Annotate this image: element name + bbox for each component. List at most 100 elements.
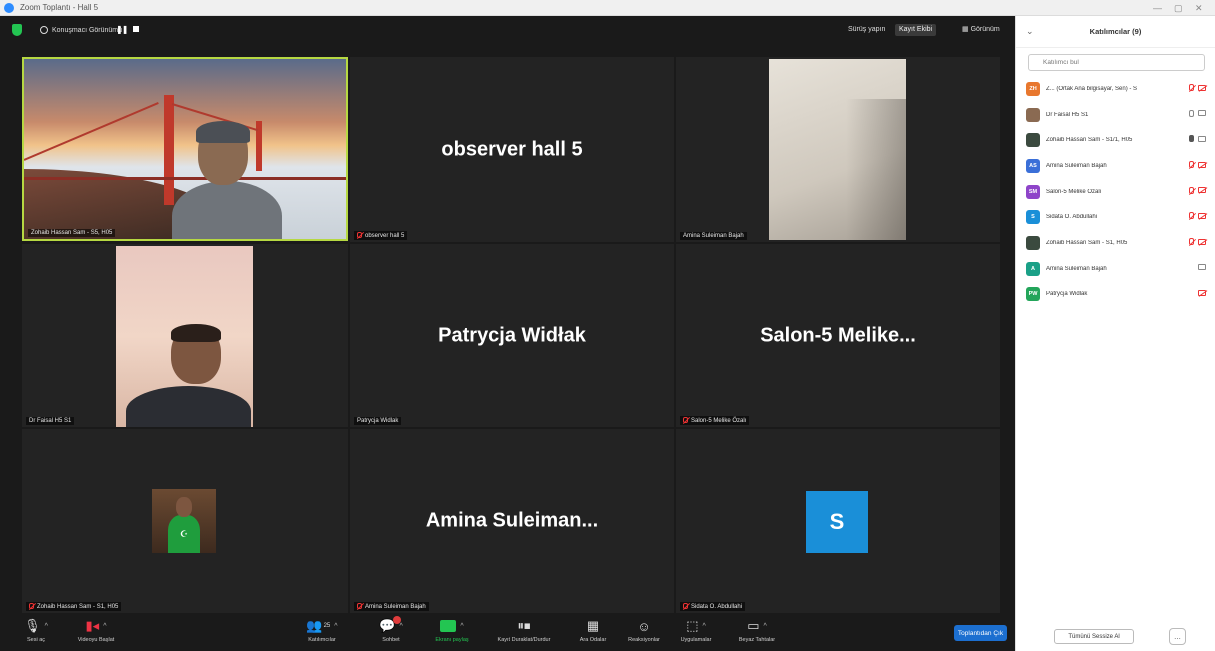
mic-icon: 🎙 xyxy=(24,618,41,633)
participant-row[interactable]: PW Patrycja Widlak xyxy=(1026,282,1210,308)
mic-icon[interactable] xyxy=(1189,109,1194,117)
mic-muted-icon[interactable] xyxy=(1189,161,1194,169)
meeting-area: Konuşmacı Görünümü ❚❚ Sürüş yapın Kayıt … xyxy=(0,16,1014,651)
meeting-toolbar: 🎙 ^ Sesi aç ▮◂ ^ Videoyu Başlat 👥 25 ^ Katıl… xyxy=(0,614,1014,651)
close-icon[interactable]: ✕ xyxy=(1195,2,1203,14)
participant-row[interactable]: AS Amina Suleiman Bajah xyxy=(1026,153,1210,179)
chevron-up-icon[interactable]: ^ xyxy=(334,623,337,630)
tile-display-name: Amina Suleiman... xyxy=(425,509,599,532)
zoom-label: Sürüş yapın xyxy=(848,26,886,33)
camera-off-icon xyxy=(1198,161,1206,168)
unmute-button[interactable]: 🎙 ^ Sesi aç xyxy=(6,616,66,643)
participant-row[interactable]: Dr Faisal H5 S1 xyxy=(1026,102,1210,128)
video-tile-6[interactable]: Salon-5 Melike... Salon-5 Melike Özalı xyxy=(676,244,1000,427)
apps-button[interactable]: ⬚ ^ Uygulamalar xyxy=(666,616,726,643)
participants-button[interactable]: 👥 25 ^ Katılımcılar xyxy=(292,616,352,643)
tile-display-name: Salon-5 Melike... xyxy=(760,324,916,346)
mic-muted-icon[interactable] xyxy=(1189,84,1194,91)
participants-icon: 👥 xyxy=(306,618,323,633)
maximize-icon[interactable]: ▢ xyxy=(1174,2,1183,14)
chevron-up-icon[interactable]: ^ xyxy=(460,623,463,630)
record-dot-icon xyxy=(40,26,48,34)
participant-row[interactable]: A Amina Suleiman Bajah xyxy=(1026,256,1210,282)
mic-muted-icon xyxy=(29,603,34,609)
participant-video xyxy=(769,59,906,240)
chat-button[interactable]: 💬 ^ Sohbet xyxy=(361,616,421,643)
participants-panel: ⌄ Katılımcılar (9) ZH Z... (Ortak Ana bi… xyxy=(1015,16,1215,651)
view-toggle[interactable]: Konuşmacı Görünümü xyxy=(40,23,122,37)
video-tile-8[interactable]: Amina Suleiman... Amina Suleiman Bajah xyxy=(350,429,674,613)
layout-label: Görünüm xyxy=(970,26,1000,33)
video-tile-5[interactable]: Patrycja Widłak Patrycja Widlak xyxy=(350,244,674,427)
tile-name-label: Salon-5 Melike Özalı xyxy=(680,416,750,425)
participant-name: Zohaib Hassan Sam - S1, H05 xyxy=(1046,239,1128,246)
video-tile-4[interactable]: Dr Faisal H5 S1 xyxy=(22,244,348,427)
tile-name-label: Sidata O. Abdullahi xyxy=(680,602,746,611)
mic-muted-icon xyxy=(683,603,688,609)
camera-off-icon xyxy=(1198,289,1206,296)
participant-row[interactable]: Zohaib Hassan Sam - S1, H05 xyxy=(1026,230,1210,256)
reactions-button[interactable]: ☺ Reaksiyonlar xyxy=(614,616,674,644)
video-tile-1[interactable]: Zohaib Hassan Sam - S5, H05 xyxy=(22,57,348,241)
mic-muted-icon[interactable] xyxy=(1189,212,1194,220)
minimize-icon[interactable]: — xyxy=(1153,2,1162,14)
share-screen-button[interactable]: ^ Ekranı paylaş xyxy=(422,616,482,643)
stop-recording-icon[interactable] xyxy=(133,26,139,32)
panel-title: Katılımcılar (9) xyxy=(1089,27,1142,36)
camera-off-icon xyxy=(1198,84,1206,91)
participant-name: Sidata O. Abdullahi xyxy=(1046,214,1098,221)
participant-avatar: SM xyxy=(1026,184,1040,199)
chevron-up-icon[interactable]: ^ xyxy=(399,623,402,630)
more-options-button[interactable]: ... xyxy=(1169,628,1186,645)
pause-stop-recording-button[interactable]: ⏸⏹ Kayıt Duraklat/Durdur xyxy=(494,616,554,643)
camera-icon xyxy=(1198,110,1206,117)
layout-button[interactable]: ▦ Görünüm xyxy=(962,24,1000,36)
participant-name: Amina Suleiman Bajah xyxy=(1046,265,1107,272)
participant-video xyxy=(116,246,253,427)
participant-row[interactable]: Zohaib Hassan Sam - S1/1, H05 xyxy=(1026,127,1210,153)
notification-badge xyxy=(393,616,401,624)
recording-team-button[interactable]: Kayıt Ekibi xyxy=(895,24,937,36)
view-label: Konuşmacı Görünümü xyxy=(52,26,123,34)
video-tile-9[interactable]: S Sidata O. Abdullahi xyxy=(676,429,1000,613)
participant-avatar xyxy=(1026,107,1040,122)
participant-name: Z... (Ortak Ana bilgisayar, Sen) - S xyxy=(1046,85,1138,92)
security-shield-icon[interactable] xyxy=(12,24,22,36)
participant-avatar: S xyxy=(1026,210,1040,225)
leave-meeting-button[interactable]: Toplantıdan Çık xyxy=(954,625,1007,641)
chevron-up-icon[interactable]: ^ xyxy=(764,623,767,630)
participant-list: ZH Z... (Ortak Ana bilgisayar, Sen) - S … xyxy=(1026,76,1210,307)
mute-all-button[interactable]: Tümünü Sessize Al xyxy=(1054,629,1134,644)
mic-muted-icon[interactable] xyxy=(1189,186,1194,194)
chevron-up-icon[interactable]: ^ xyxy=(703,623,706,630)
participant-row[interactable]: S Sidata O. Abdullahi xyxy=(1026,204,1210,230)
record-icon: ⏸⏹ xyxy=(517,618,531,633)
mic-active-icon[interactable] xyxy=(1189,135,1194,143)
participant-row[interactable]: SM Salon-5 Melike Özalı xyxy=(1026,179,1210,205)
camera-off-icon xyxy=(1198,187,1206,194)
participant-row[interactable]: ZH Z... (Ortak Ana bilgisayar, Sen) - S xyxy=(1026,76,1210,102)
participant-search-input[interactable] xyxy=(1028,54,1205,71)
video-icon: ▮◂ xyxy=(85,618,100,633)
tile-name-label: Dr Faisal H5 S1 xyxy=(26,417,75,425)
video-tile-3[interactable]: Amina Suleiman Bajah xyxy=(676,57,1000,242)
chevron-up-icon[interactable]: ^ xyxy=(103,623,106,630)
pause-recording-icon[interactable]: ❚❚ xyxy=(116,25,128,34)
tile-name-label: Amina Suleiman Bajah xyxy=(354,602,429,611)
video-tile-2[interactable]: observer hall 5 observer hall 5 xyxy=(350,57,674,242)
zoom-app-icon xyxy=(4,2,14,13)
participant-name: Amina Suleiman Bajah xyxy=(1046,162,1107,169)
reactions-icon: ☺ xyxy=(637,618,651,634)
apps-icon: ⬚ xyxy=(686,618,699,633)
tile-name-label: Patrycja Widlak xyxy=(354,417,402,425)
video-tile-7[interactable]: ☪ Zohaib Hassan Sam - S1, H05 xyxy=(22,429,348,613)
whiteboard-button[interactable]: ▭ ^ Beyaz Tahtalar xyxy=(727,616,787,643)
mic-muted-icon[interactable] xyxy=(1189,238,1194,246)
chevron-up-icon[interactable]: ^ xyxy=(45,623,48,630)
camera-off-icon xyxy=(1198,238,1206,245)
start-video-button[interactable]: ▮◂ ^ Videoyu Başlat xyxy=(66,616,126,643)
mic-muted-icon xyxy=(357,232,362,238)
camera-icon xyxy=(1198,135,1206,142)
meeting-topbar: Konuşmacı Görünümü ❚❚ Sürüş yapın Kayıt … xyxy=(0,16,1014,44)
participant-avatar: S xyxy=(806,491,868,553)
